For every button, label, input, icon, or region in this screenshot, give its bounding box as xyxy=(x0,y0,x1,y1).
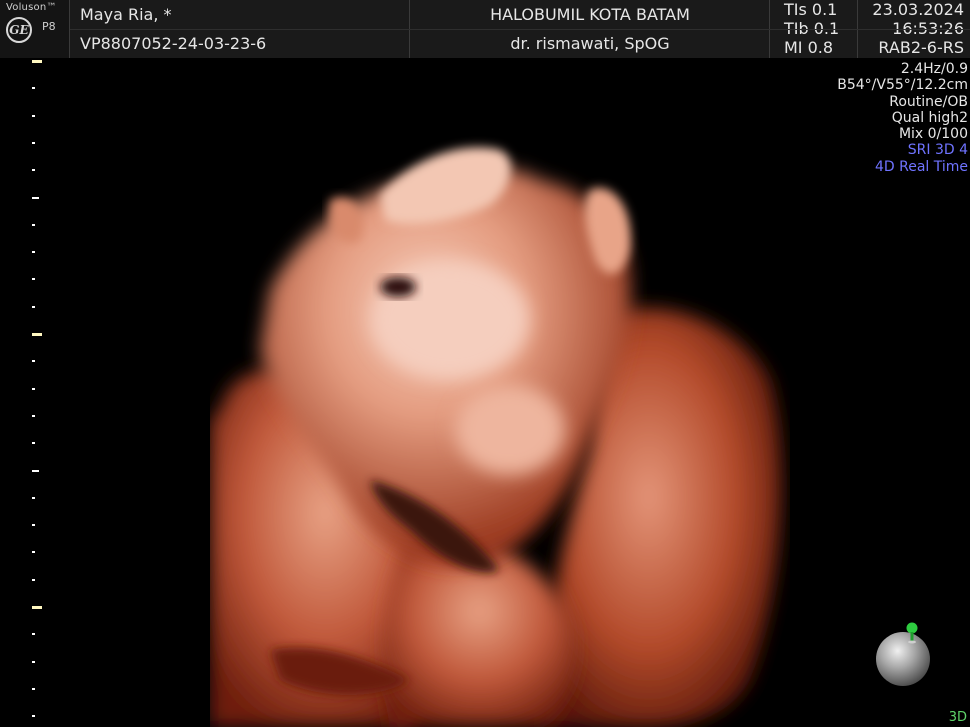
quality-info: Qual high2 xyxy=(891,109,968,126)
fetal-face-render xyxy=(210,147,782,727)
depth-tick xyxy=(32,141,35,144)
chin-highlight xyxy=(455,385,565,475)
depth-tick xyxy=(32,496,35,499)
depth-tick xyxy=(32,278,35,281)
depth-tick xyxy=(32,578,35,581)
depth-tick xyxy=(32,387,35,390)
sri-info: SRI 3D 4 xyxy=(907,142,968,159)
depth-tick xyxy=(32,196,39,199)
doctor-name: dr. rismawati, SpOG xyxy=(510,34,670,53)
render-mode-label: 3D xyxy=(948,710,967,725)
exam-date: 23.03.2024 xyxy=(872,0,964,19)
mi-index: MI 0.8 xyxy=(784,38,834,57)
depth-tick xyxy=(32,715,35,718)
frame-rate-info: 2.4Hz/0.9 xyxy=(900,61,968,77)
depth-tick xyxy=(32,551,35,554)
sector-angle-info: B54°/V55°/12.2cm xyxy=(837,77,968,94)
depth-scale xyxy=(28,58,48,727)
logo-panel: Voluson™ GE P8 xyxy=(0,0,70,58)
ge-logo-icon: GE xyxy=(6,17,32,43)
patient-id: VP8807052-24-03-23-6 xyxy=(80,34,267,53)
preset-info: Routine/OB xyxy=(889,93,968,110)
probe-model: RAB2-6-RS xyxy=(878,38,964,57)
depth-tick xyxy=(32,251,35,254)
probe-label: P8 xyxy=(42,20,56,33)
orientation-sphere xyxy=(876,632,930,686)
eye-shadow xyxy=(380,277,416,297)
mix-info: Mix 0/100 xyxy=(898,126,968,143)
depth-tick xyxy=(32,114,35,117)
depth-tick xyxy=(32,333,42,336)
realtime-mode-info: 4D Real Time xyxy=(874,158,968,175)
depth-tick xyxy=(32,414,35,417)
depth-tick xyxy=(32,360,35,363)
depth-tick xyxy=(32,660,35,663)
depth-tick xyxy=(32,60,42,63)
header-divider xyxy=(70,29,970,30)
institution-name: HALOBUMIL KOTA BATAM xyxy=(490,5,690,24)
depth-tick xyxy=(32,524,35,527)
depth-tick xyxy=(32,87,35,90)
ultrasound-3d-render xyxy=(210,120,790,727)
orientation-pin-icon xyxy=(906,622,918,644)
header-bar: Voluson™ GE P8 Maya Ria, * VP8807052-24-… xyxy=(0,0,970,58)
depth-tick xyxy=(32,469,39,472)
tis-index: TIs 0.1 xyxy=(784,0,838,19)
patient-name: Maya Ria, * xyxy=(80,5,172,24)
depth-tick xyxy=(32,223,35,226)
acquisition-info-panel: 2.4Hz/0.9 B54°/V55°/12.2cm Routine/OB Qu… xyxy=(837,61,968,175)
depth-tick xyxy=(32,606,42,609)
depth-tick xyxy=(32,169,35,172)
depth-tick xyxy=(32,687,35,690)
depth-tick xyxy=(32,633,35,636)
depth-tick xyxy=(32,442,35,445)
brand-label: Voluson™ xyxy=(6,2,57,13)
depth-tick xyxy=(32,305,35,308)
